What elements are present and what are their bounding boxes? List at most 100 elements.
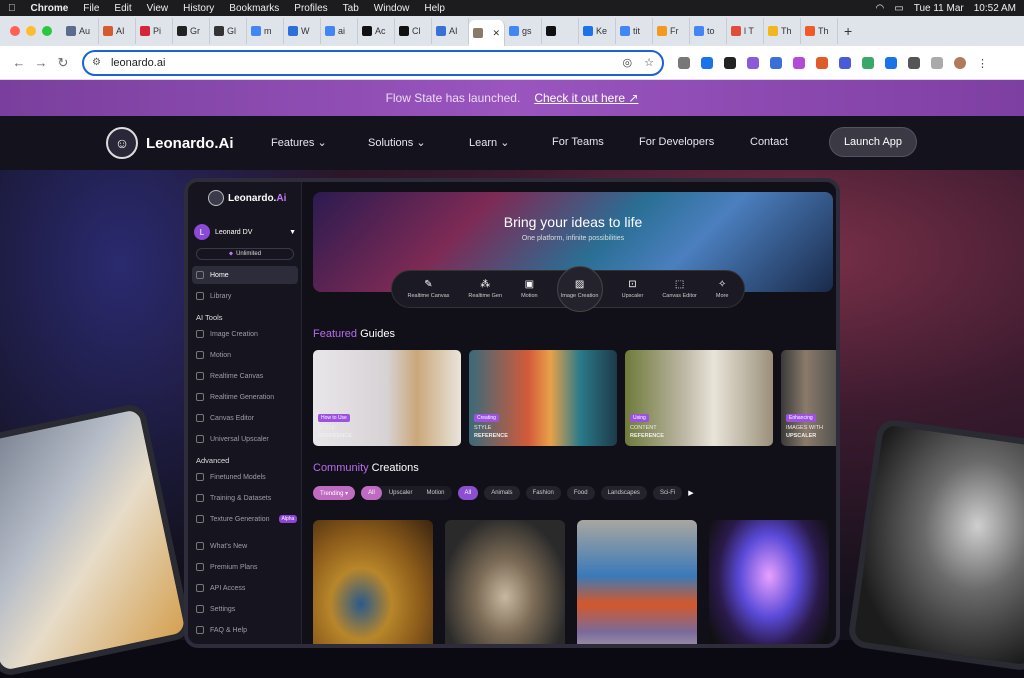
sidebar-item-library[interactable]: Library: [192, 287, 298, 305]
tab[interactable]: Th: [764, 18, 801, 44]
guide-card[interactable]: Creating STYLE REFERENCE: [469, 350, 617, 446]
site-logo[interactable]: ☺ Leonardo.Ai: [106, 127, 234, 159]
eye-off-icon[interactable]: ◎: [623, 56, 633, 69]
menu-view[interactable]: View: [147, 3, 169, 14]
wifi-icon[interactable]: ◠: [876, 3, 885, 14]
zoom-window-button[interactable]: [42, 26, 52, 36]
category-chip-landscapes[interactable]: Landscapes: [600, 486, 647, 500]
sidebar-item-realtime-generation[interactable]: Realtime Generation: [192, 388, 298, 406]
menu-bookmarks[interactable]: Bookmarks: [229, 3, 279, 14]
sidebar-item-realtime-canvas[interactable]: Realtime Canvas: [192, 367, 298, 385]
site-info-icon[interactable]: ⚙: [92, 57, 101, 68]
community-image[interactable]: [313, 520, 433, 644]
sidebar-item-api-access[interactable]: API Access: [192, 579, 298, 597]
tab[interactable]: Ac: [358, 18, 395, 44]
tab[interactable]: m: [247, 18, 284, 44]
tab[interactable]: tit: [616, 18, 653, 44]
tool-image-creation[interactable]: ▨ Image Creation: [556, 266, 603, 312]
tab[interactable]: gs: [505, 18, 542, 44]
apple-icon[interactable]: : [8, 3, 16, 14]
guide-card[interactable]: How to Use STYLE REFERENCE: [313, 350, 461, 446]
category-chip-all[interactable]: All: [457, 486, 479, 500]
community-image[interactable]: [709, 520, 829, 644]
tab[interactable]: AI: [432, 18, 469, 44]
trending-dropdown[interactable]: Trending ▾: [313, 486, 356, 500]
puzzle-icon[interactable]: [908, 56, 920, 69]
type-chip-upscaler[interactable]: Upscaler: [382, 486, 420, 500]
sidebar-item-texture-generation[interactable]: Texture Generation Alpha: [192, 510, 298, 528]
more-menu-icon[interactable]: ⋮: [977, 57, 988, 70]
tab[interactable]: Gl: [210, 18, 247, 44]
tool-motion[interactable]: ▣ Motion: [521, 279, 538, 299]
app-menu[interactable]: Chrome: [31, 3, 69, 14]
sidebar-item-universal-upscaler[interactable]: Universal Upscaler: [192, 430, 298, 448]
menu-edit[interactable]: Edit: [114, 3, 131, 14]
guide-card[interactable]: Enhancing IMAGES WITH UPSCALER: [781, 350, 836, 446]
menu-window[interactable]: Window: [374, 3, 410, 14]
battery-icon[interactable]: ▭: [894, 3, 903, 14]
tab-active[interactable]: ✕: [469, 20, 505, 46]
category-chip-fashion[interactable]: Fashion: [525, 486, 561, 500]
menu-tab[interactable]: Tab: [343, 3, 359, 14]
tab[interactable]: W: [284, 18, 321, 44]
menu-help[interactable]: Help: [424, 3, 445, 14]
sidebar-item-what-s-new[interactable]: What's New: [192, 537, 298, 555]
forward-icon[interactable]: →: [30, 55, 52, 70]
tab[interactable]: Au: [62, 18, 99, 44]
new-tab-icon[interactable]: +: [844, 23, 852, 39]
category-chip-sci-fi[interactable]: Sci-Fi: [652, 486, 683, 500]
tab[interactable]: [542, 18, 579, 44]
nav-contact[interactable]: Contact: [750, 136, 788, 148]
community-image[interactable]: [445, 520, 565, 644]
tool-more[interactable]: ✧ More: [716, 279, 729, 299]
url-text[interactable]: leonardo.ai: [111, 57, 165, 69]
extension-icon[interactable]: [885, 56, 897, 69]
menu-history[interactable]: History: [183, 3, 214, 14]
tab[interactable]: l T: [727, 18, 764, 44]
community-image[interactable]: [577, 520, 697, 644]
tab[interactable]: Fr: [653, 18, 690, 44]
nav-for-developers[interactable]: For Developers: [639, 136, 714, 148]
camera-extension-icon[interactable]: [678, 56, 690, 69]
extension-icon[interactable]: [816, 56, 828, 69]
tool-upscaler[interactable]: ⊡ Upscaler: [622, 279, 644, 299]
sidebar-item-image-creation[interactable]: Image Creation: [192, 325, 298, 343]
tab[interactable]: Ke: [579, 18, 616, 44]
nav-solutions[interactable]: Solutions ⌄: [368, 136, 426, 149]
extension-icon[interactable]: [839, 56, 851, 69]
sidebar-item-motion[interactable]: Motion: [192, 346, 298, 364]
banner-link[interactable]: Check it out here ↗: [534, 91, 638, 105]
extension-icon[interactable]: [793, 56, 805, 69]
back-icon[interactable]: ←: [8, 55, 30, 70]
launch-app-button[interactable]: Launch App: [829, 127, 917, 157]
sidebar-item-faq-help[interactable]: FAQ & Help: [192, 621, 298, 639]
tool-realtime-canvas[interactable]: ✎ Realtime Canvas: [408, 279, 450, 299]
nav-learn[interactable]: Learn ⌄: [469, 136, 509, 149]
user-menu[interactable]: L Leonard DV ▼: [194, 224, 296, 240]
tab[interactable]: ai: [321, 18, 358, 44]
tool-canvas-editor[interactable]: ⬚ Canvas Editor: [662, 279, 697, 299]
nav-for-teams[interactable]: For Teams: [552, 136, 604, 148]
minimize-window-button[interactable]: [26, 26, 36, 36]
type-chip-motion[interactable]: Motion: [420, 486, 452, 500]
close-tab-icon[interactable]: ✕: [492, 28, 500, 39]
pen-extension-icon[interactable]: [747, 56, 759, 69]
tab[interactable]: AI: [99, 18, 136, 44]
nav-features[interactable]: Features ⌄: [271, 136, 327, 149]
tab[interactable]: to: [690, 18, 727, 44]
bookmark-star-icon[interactable]: ☆: [644, 56, 654, 69]
tab[interactable]: Pi: [136, 18, 173, 44]
reload-icon[interactable]: ↻: [52, 55, 74, 71]
sidebar-item-settings[interactable]: Settings: [192, 600, 298, 618]
app-logo[interactable]: Leonardo.Ai: [208, 190, 286, 206]
type-chip-all[interactable]: All: [361, 486, 382, 500]
profile-avatar[interactable]: [954, 56, 966, 69]
sidebar-item-training-datasets[interactable]: Training & Datasets: [192, 489, 298, 507]
close-window-button[interactable]: [10, 26, 20, 36]
sidebar-item-finetuned-models[interactable]: Finetuned Models: [192, 468, 298, 486]
menu-file[interactable]: File: [83, 3, 99, 14]
address-bar[interactable]: ⚙ leonardo.ai ◎ ☆: [82, 49, 664, 76]
tool-realtime-gen[interactable]: ⁂ Realtime Gen: [468, 279, 502, 299]
scroll-right-icon[interactable]: ▶: [688, 489, 693, 497]
guide-card[interactable]: Using CONTENT REFERENCE: [625, 350, 773, 446]
